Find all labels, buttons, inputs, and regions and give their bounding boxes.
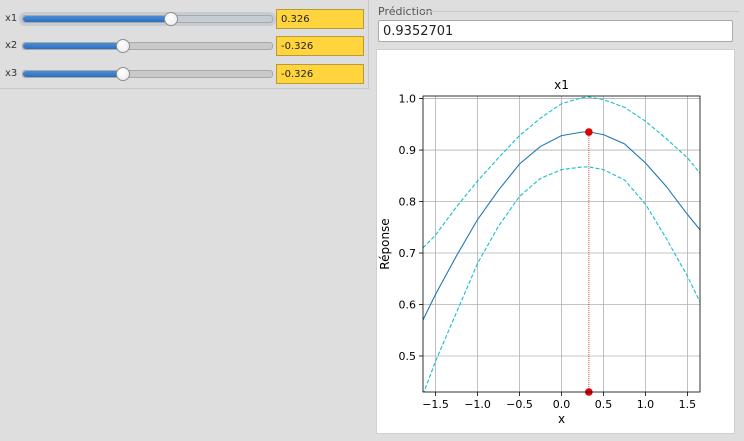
group-divider <box>420 11 739 12</box>
prediction-value-field[interactable]: 0.9352701 <box>378 20 733 42</box>
slider-fill-x3 <box>23 71 124 77</box>
value-input-x2[interactable]: -0.326 <box>276 36 364 56</box>
slider-fill-x2 <box>23 43 124 49</box>
response-chart: −1.5 −1.0 −0.5 0.0 0.5 1.0 1.5 0.5 0.6 0.7 0.8 0.9 1… <box>378 78 701 426</box>
plot-area: −1.5 −1.0 −0.5 0.0 0.5 1.0 1.5 0.5 0.6 0.7 0.8 0.9 1… <box>376 49 735 434</box>
value-input-x1[interactable]: 0.326 <box>276 9 364 29</box>
slider-row-x1: x1 0.326 <box>0 9 368 31</box>
x-tick-label: −0.5 <box>506 398 533 411</box>
value-input-x3[interactable]: -0.326 <box>276 64 364 84</box>
y-tick-label: 1.0 <box>399 93 417 106</box>
slider-label-x2: x2 <box>5 40 18 51</box>
prediction-marker <box>585 128 593 136</box>
x-tick-label: 1.5 <box>679 398 697 411</box>
slider-thumb-x2[interactable] <box>116 39 131 53</box>
x-tick-label: 1.0 <box>637 398 655 411</box>
slider-row-x2: x2 -0.326 <box>0 36 368 58</box>
slider-label-x3: x3 <box>5 68 18 79</box>
y-tick-label: 0.6 <box>399 298 417 311</box>
slider-x2[interactable] <box>22 39 273 53</box>
y-axis-label: Réponse <box>378 218 392 269</box>
y-tick-label: 0.7 <box>399 247 417 260</box>
x-tick-label: 0.5 <box>595 398 613 411</box>
slider-thumb-x1[interactable] <box>163 12 178 26</box>
slider-thumb-x3[interactable] <box>116 67 131 81</box>
slider-fill-x1 <box>23 16 171 22</box>
x-axis-label: x <box>558 412 565 426</box>
y-tick-label: 0.5 <box>399 350 417 363</box>
x-tick-label: 0.0 <box>553 398 571 411</box>
x-tick-label: −1.5 <box>422 398 449 411</box>
y-tick-label: 0.8 <box>399 196 417 209</box>
slider-label-x1: x1 <box>5 13 18 24</box>
y-tick-label: 0.9 <box>399 144 417 157</box>
prediction-panel: Prédiction 0.9352701 −1.5 −1.0 −0.5 0.0 0.5 1… <box>372 0 744 441</box>
x-tick-label: −1.0 <box>464 398 491 411</box>
slider-x1[interactable] <box>22 12 273 26</box>
slider-row-x3: x3 -0.326 <box>0 64 368 86</box>
chart-title: x1 <box>554 78 569 92</box>
inputs-panel: x1 0.326 x2 -0.326 x3 -0.326 <box>0 0 369 89</box>
slider-x3[interactable] <box>22 67 273 81</box>
